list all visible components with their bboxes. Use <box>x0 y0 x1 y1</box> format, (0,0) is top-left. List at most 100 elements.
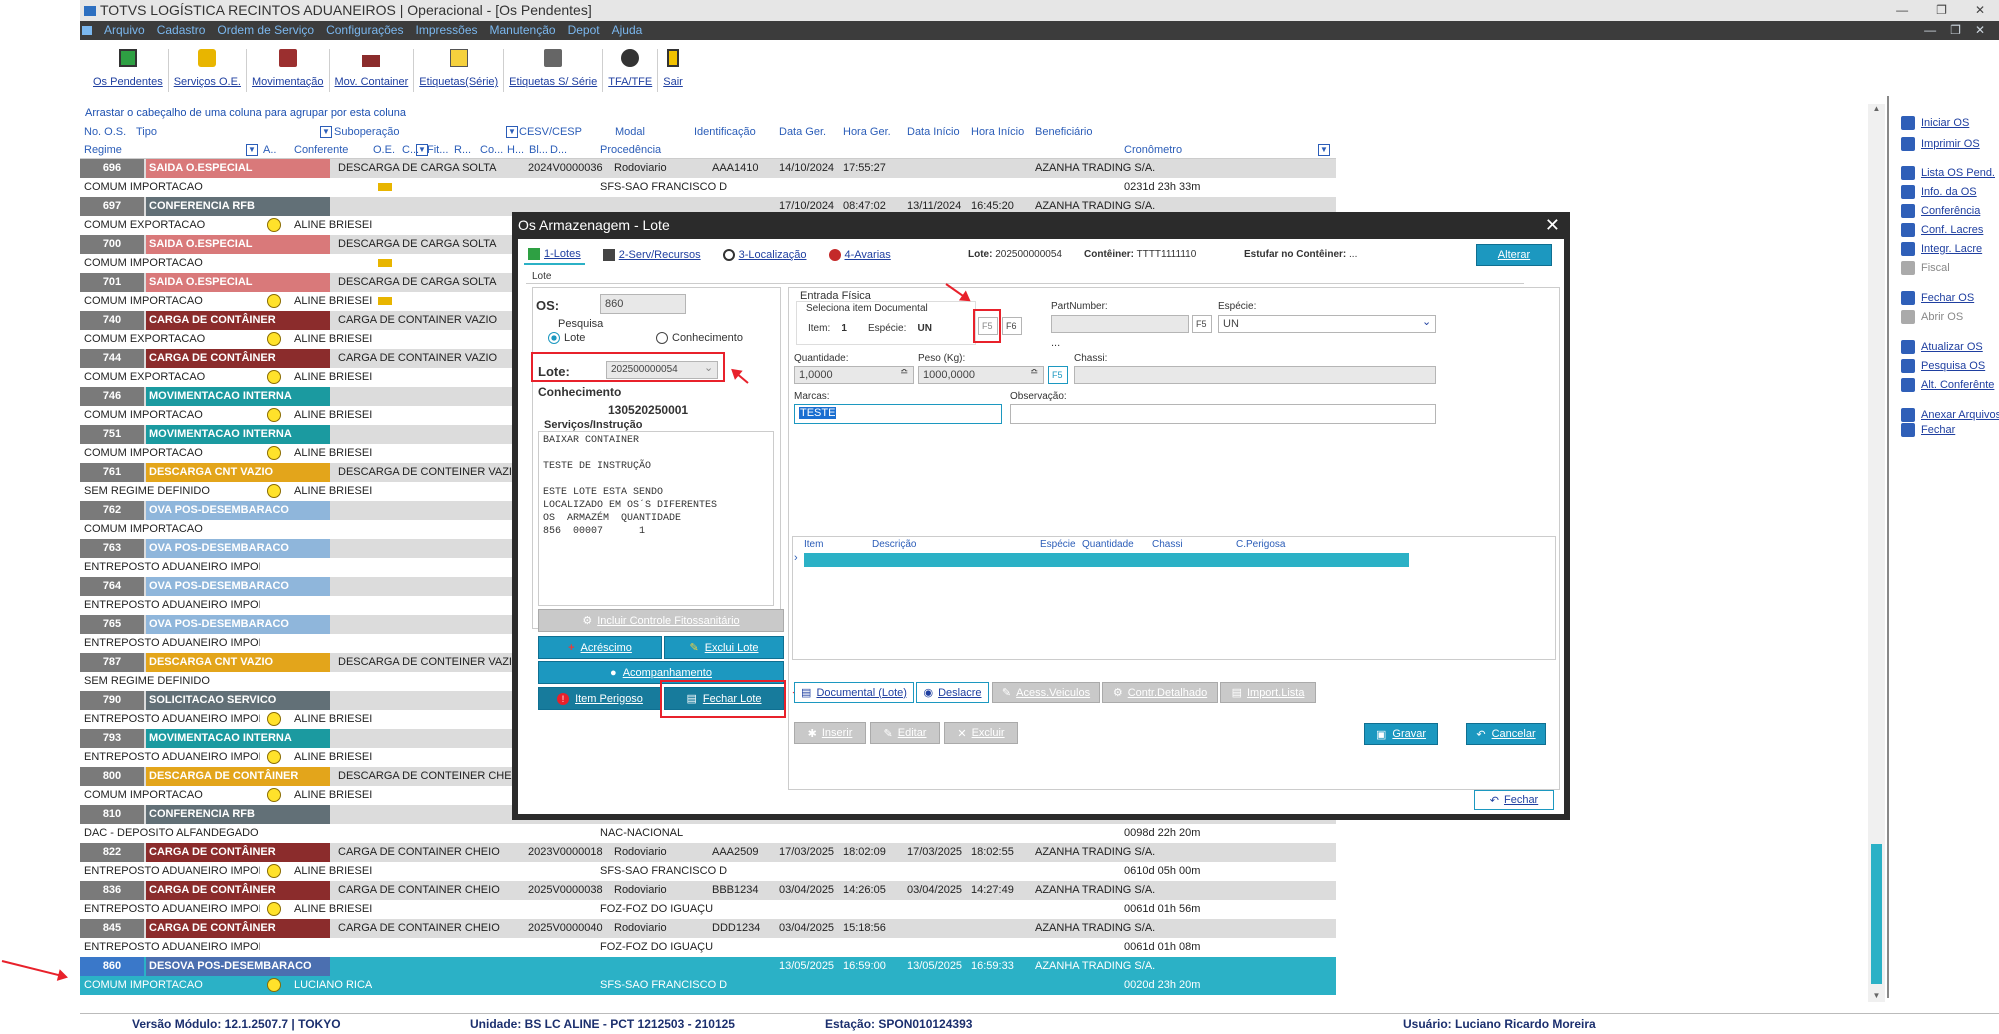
partnumber-field[interactable] <box>1051 315 1189 333</box>
action-back-arrow[interactable]: Fechar <box>1901 423 1955 437</box>
especie-chevron-down-icon[interactable]: ⌄ <box>1422 315 1431 328</box>
radio-conhecimento[interactable]: Conhecimento <box>656 332 743 344</box>
excluir-button[interactable]: ✕ Excluir <box>944 722 1018 744</box>
tab-avarias[interactable]: 4-Avarias <box>825 245 895 265</box>
action-play-gear[interactable]: Iniciar OS <box>1901 116 1969 130</box>
editar-button[interactable]: ✎ Editar <box>870 722 940 744</box>
alterar-button[interactable]: Alterar <box>1476 244 1552 266</box>
grid-header-col[interactable]: Data Ger. <box>779 123 826 141</box>
contr-detalhado-button[interactable]: ⚙ Contr.Detalhado <box>1102 682 1218 703</box>
action-checkbox[interactable]: Abrir OS <box>1901 310 1963 324</box>
action-seal[interactable]: Conf. Lacres <box>1901 223 1983 237</box>
movimentacao-button[interactable]: Movimentação <box>247 49 330 92</box>
menu-cadastro[interactable]: Cadastro <box>157 21 206 40</box>
table-row[interactable]: 822 CARGA DE CONTÂINER CARGA DE CONTAINER … <box>80 843 1336 862</box>
radio-lote[interactable]: Lote <box>548 332 585 344</box>
action-list[interactable]: Lista OS Pend. <box>1901 166 1995 180</box>
tab-lotes[interactable]: 1-Lotes <box>524 245 585 265</box>
action-paperclip[interactable]: Anexar Arquivos <box>1901 408 1999 422</box>
quantidade-field[interactable]: 1,0000 <box>794 366 914 384</box>
grid-header-col[interactable]: Hora Início <box>971 123 1024 141</box>
scroll-thumb[interactable] <box>1871 844 1882 984</box>
grid-header-col[interactable]: Identificação <box>694 123 756 141</box>
minimize-icon[interactable]: — <box>1896 0 1908 21</box>
grid-header-col[interactable]: H... <box>507 141 524 159</box>
fechar-dialog-button[interactable]: ↶ Fechar <box>1474 790 1554 810</box>
grid-header-col[interactable]: Data Início <box>907 123 960 141</box>
grid-header-col[interactable]: No. O.S. <box>84 123 126 141</box>
items-col-header[interactable]: C.Perigosa <box>1236 539 1285 550</box>
especie-select[interactable]: UN <box>1218 315 1436 333</box>
grid-header-col[interactable]: O.E. <box>373 141 395 159</box>
mdi-minimize-icon[interactable]: — <box>1924 21 1936 40</box>
sair-button[interactable]: Sair <box>658 49 688 92</box>
tab-localizacao[interactable]: 3-Localização <box>719 245 811 265</box>
action-shield-check[interactable]: Conferência <box>1901 204 1980 218</box>
peso-field[interactable]: 1000,0000 <box>918 366 1044 384</box>
etiquetas-serie-button[interactable]: Etiquetas(Série) <box>414 49 505 92</box>
instrucao-textarea[interactable]: BAIXAR CONTAINER TESTE DE INSTRUÇÃO ESTE L… <box>538 431 774 606</box>
mdi-close-icon[interactable]: ✕ <box>1975 21 1985 40</box>
tab-serv-recursos[interactable]: 2-Serv/Recursos <box>599 245 705 265</box>
peso-calc-icon[interactable]: ≏ <box>1030 367 1038 378</box>
os-field[interactable]: 860 <box>600 294 686 314</box>
menu-impressoes[interactable]: Impressões <box>415 21 477 40</box>
mdi-restore-icon[interactable]: ❐ <box>1950 21 1961 40</box>
etiquetas-sem-serie-button[interactable]: Etiquetas S/ Série <box>504 49 604 92</box>
table-row-detail[interactable]: COMUM IMPORTACAO SFS-SAO FRANCISCO D 0231d… <box>80 178 1336 197</box>
observacao-field[interactable] <box>1010 404 1436 424</box>
filter-dropdown-icon[interactable]: ▼ <box>320 126 332 138</box>
f6-item-button[interactable]: F6 <box>1002 317 1022 335</box>
table-row-detail[interactable]: ENTREPOSTO ADUANEIRO IMPOF ALINE BRIESEI S… <box>80 862 1336 881</box>
menu-depot[interactable]: Depot <box>568 21 600 40</box>
menu-configuracoes[interactable]: Configurações <box>326 21 403 40</box>
action-lock[interactable]: Integr. Lacre <box>1901 242 1982 256</box>
action-refresh[interactable]: Atualizar OS <box>1901 340 1983 354</box>
grid-header-col[interactable]: Conferente <box>294 141 348 159</box>
items-table-row[interactable] <box>804 553 1409 567</box>
grid-header-col[interactable]: R... <box>454 141 471 159</box>
grid-header-col[interactable]: Regime <box>84 141 122 159</box>
table-row[interactable]: 836 CARGA DE CONTÂINER CARGA DE CONTAINER … <box>80 881 1336 900</box>
grid-header-col[interactable]: D... <box>550 141 567 159</box>
item-perigoso-button[interactable]: ! Item Perigoso <box>538 687 662 710</box>
acess-veiculos-button[interactable]: ✎ Acess.Veiculos <box>992 682 1100 703</box>
cancelar-button[interactable]: ↶ Cancelar <box>1466 723 1546 745</box>
marcas-field[interactable]: TESTE <box>794 404 1002 424</box>
grid-header-col[interactable]: Bl... <box>529 141 548 159</box>
grid-header-col[interactable]: Procedência <box>600 141 661 159</box>
grid-header-col[interactable]: Co... <box>480 141 503 159</box>
incluir-fitossanitario-button[interactable]: ⚙ Incluir Controle Fitossanitário <box>538 609 784 632</box>
table-row-detail[interactable]: ENTREPOSTO ADUANEIRO IMPOF ALINE BRIESEI F… <box>80 900 1336 919</box>
menu-ajuda[interactable]: Ajuda <box>612 21 643 40</box>
restore-icon[interactable]: ❐ <box>1936 0 1947 21</box>
items-col-header[interactable]: Quantidade <box>1082 539 1134 550</box>
grid-header-col[interactable]: Beneficiário <box>1035 123 1092 141</box>
filter-dropdown-icon[interactable]: ▼ <box>1318 144 1330 156</box>
gravar-button[interactable]: ▣ Gravar <box>1364 723 1438 745</box>
action-user-swap[interactable]: Alt. Conferênte <box>1901 378 1994 392</box>
chassi-field[interactable] <box>1074 366 1436 384</box>
action-printer[interactable]: Imprimir OS <box>1901 137 1980 151</box>
table-row-detail[interactable]: DAC - DEPOSITO ALFANDEGADO (NAC-NACIONAL… <box>80 824 1336 843</box>
menu-arquivo[interactable]: Arquivo <box>104 21 145 40</box>
import-lista-button[interactable]: ▤ Import.Lista <box>1220 682 1316 703</box>
items-col-header[interactable]: Espécie <box>1040 539 1076 550</box>
table-row-detail[interactable]: ENTREPOSTO ADUANEIRO IMPOF FOZ-FOZ DO IGU… <box>80 938 1336 957</box>
inserir-button[interactable]: ✱ Inserir <box>794 722 866 744</box>
acrescimo-button[interactable]: + Acréscimo <box>538 636 662 659</box>
f5-partnumber-button[interactable]: F5 <box>1192 315 1212 333</box>
grid-vertical-scrollbar[interactable]: ▲ ▼ <box>1868 104 1885 1002</box>
items-col-header[interactable]: Descrição <box>872 539 916 550</box>
os-pendentes-button[interactable]: Os Pendentes <box>88 49 169 92</box>
scroll-up-arrow-icon[interactable]: ▲ <box>1868 104 1885 113</box>
table-row[interactable]: 845 CARGA DE CONTÂINER CARGA DE CONTAINER … <box>80 919 1336 938</box>
menu-ordem-servico[interactable]: Ordem de Serviço <box>217 21 314 40</box>
grid-header-col[interactable]: CESV/CESP <box>519 123 582 141</box>
mov-container-button[interactable]: Mov. Container <box>330 49 415 92</box>
grid-header-col[interactable]: A.. <box>263 141 276 159</box>
tfa-tfe-button[interactable]: TFA/TFE <box>603 49 659 92</box>
table-row[interactable]: 860 DESOVA POS-DESEMBARACO 13/05/2025 16:59… <box>80 957 1336 976</box>
deslacre-button[interactable]: ◉ Deslacre <box>916 682 989 703</box>
action-fiscal[interactable]: Fiscal <box>1901 261 1950 275</box>
